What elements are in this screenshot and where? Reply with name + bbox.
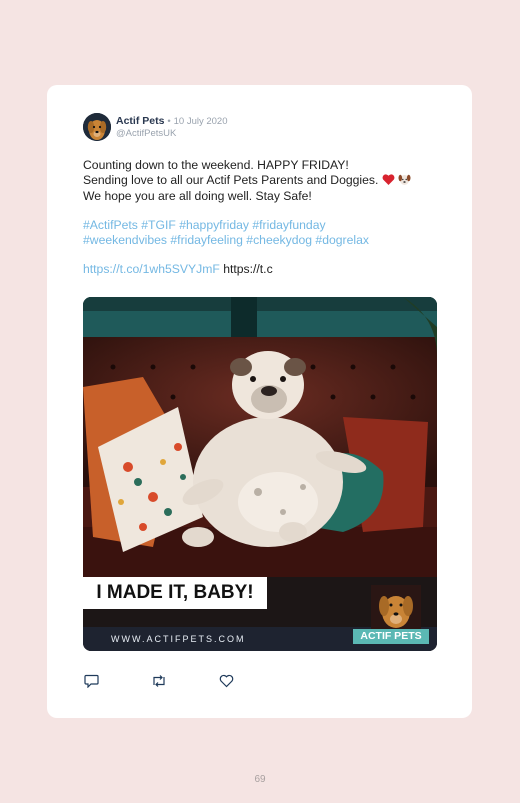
hashtag-link[interactable]: #happyfriday (179, 218, 249, 232)
avatar[interactable] (83, 113, 111, 141)
tweet-line-2-row: Sending love to all our Actif Pets Paren… (83, 173, 443, 190)
hashtags-row-2: #weekendvibes #fridayfeeling #cheekydog … (83, 233, 443, 248)
image-caption: I MADE IT, BABY! (96, 582, 254, 603)
tweet-line-1: Counting down to the weekend. HAPPY FRID… (83, 158, 349, 172)
dog-emoji-icon (398, 173, 411, 190)
tweet-line-3: We hope you are all doing well. Stay Saf… (83, 189, 312, 203)
reply-icon (84, 674, 99, 692)
tweet-card: Actif Pets • 10 July 2020 @ActifPetsUK C… (47, 85, 472, 718)
image-website: WWW.ACTIFPETS.COM (111, 634, 246, 644)
reply-button[interactable] (84, 674, 99, 690)
hashtag-link[interactable]: #dogrelax (315, 233, 369, 247)
author-name[interactable]: Actif Pets (116, 115, 164, 127)
tweet-text: Counting down to the weekend. HAPPY FRID… (83, 158, 443, 276)
author-handle[interactable]: @ActifPetsUK (116, 128, 176, 139)
heart-icon (219, 674, 234, 692)
tweet-line-2: Sending love to all our Actif Pets Paren… (83, 172, 379, 187)
tweet-image[interactable]: I MADE IT, BABY! WWW.ACTIFPETS.COM ACTIF… (83, 297, 437, 651)
tweet-date[interactable]: 10 July 2020 (174, 116, 228, 127)
retweet-button[interactable] (151, 674, 167, 690)
like-button[interactable] (219, 674, 234, 690)
hashtag-link[interactable]: #TGIF (141, 218, 176, 232)
retweet-icon (151, 675, 167, 692)
page-number: 69 (254, 774, 266, 785)
tweet-link[interactable]: https://t.co/1wh5SVYJmF (83, 262, 220, 276)
hashtags-row-1: #ActifPets #TGIF #happyfriday #fridayfun… (83, 218, 443, 233)
hashtag-link[interactable]: #cheekydog (246, 233, 312, 247)
tweet-link-truncated[interactable]: https://t.c (223, 262, 272, 276)
links-row: https://t.co/1wh5SVYJmF https://t.c (83, 262, 443, 277)
hashtag-link[interactable]: #fridayfeeling (170, 233, 243, 247)
hashtag-link[interactable]: #weekendvibes (83, 233, 167, 247)
hashtag-link[interactable]: #fridayfunday (252, 218, 325, 232)
meta-separator: • (167, 116, 171, 127)
hashtag-link[interactable]: #ActifPets (83, 218, 138, 232)
author-row: Actif Pets • 10 July 2020 (116, 115, 227, 128)
image-brand: ACTIF PETS (360, 630, 422, 642)
dog-avatar-icon (83, 113, 111, 141)
heart-emoji-icon (382, 173, 395, 190)
